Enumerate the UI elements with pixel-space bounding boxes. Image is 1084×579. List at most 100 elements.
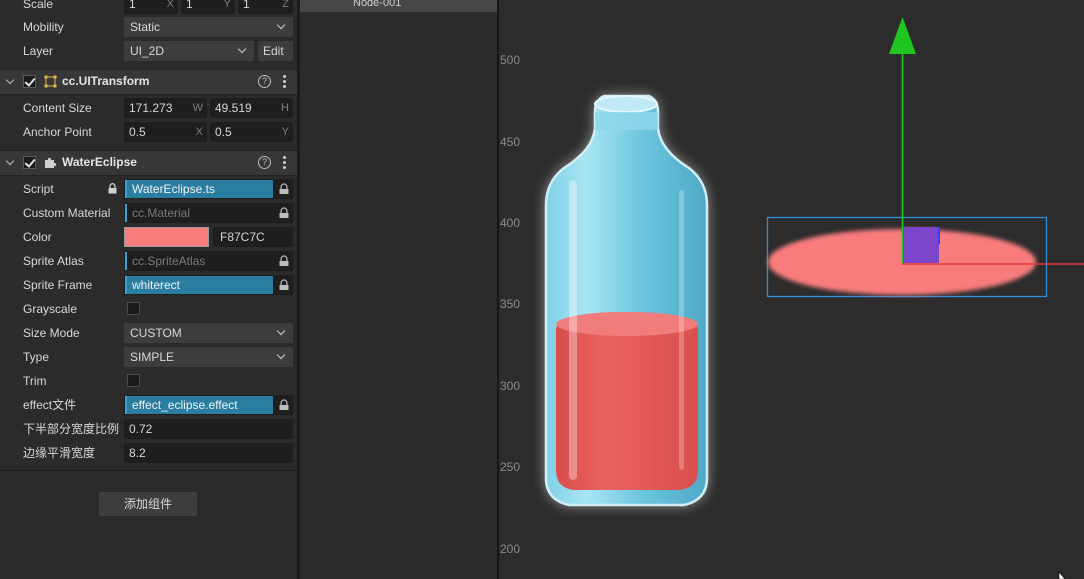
color-label: Color bbox=[23, 230, 52, 244]
help-icon[interactable]: ? bbox=[258, 156, 271, 169]
scale-z-input[interactable]: 1 Z bbox=[238, 0, 293, 14]
hierarchy-panel: Node-001 bbox=[300, 0, 497, 579]
size-mode-select[interactable]: CUSTOM bbox=[124, 323, 293, 343]
more-options-icon[interactable] bbox=[283, 156, 286, 169]
lower-half-ratio-row: 下半部分宽度比例 0.72 bbox=[0, 417, 297, 441]
move-gizmo[interactable] bbox=[889, 17, 1084, 265]
custom-material-asset-field[interactable]: cc.Material bbox=[124, 203, 293, 223]
sprite-atlas-asset-field[interactable]: cc.SpriteAtlas bbox=[124, 251, 293, 271]
chevron-down-icon bbox=[276, 20, 286, 30]
anchor-y-input[interactable]: 0.5 Y bbox=[210, 122, 293, 142]
script-label: Script bbox=[23, 182, 54, 196]
gizmo-plane-handle[interactable] bbox=[903, 227, 939, 263]
content-width-unit: W bbox=[192, 102, 203, 114]
color-hex-value: F87C7C bbox=[220, 230, 265, 244]
help-icon[interactable]: ? bbox=[258, 75, 271, 88]
edge-smooth-width-row: 边缘平滑宽度 8.2 bbox=[0, 441, 297, 465]
anchor-y-unit: Y bbox=[281, 126, 289, 138]
watereclipse-title: WaterEclipse bbox=[62, 155, 137, 169]
edge-smooth-width-value: 8.2 bbox=[129, 446, 146, 460]
size-mode-label: Size Mode bbox=[23, 326, 80, 340]
lower-half-ratio-label: 下半部分宽度比例 bbox=[23, 422, 120, 436]
layer-row: Layer UI_2D Edit bbox=[0, 39, 297, 63]
content-size-row: Content Size 171.273 W 49.519 H bbox=[0, 96, 297, 120]
asset-locate-icon[interactable] bbox=[278, 183, 290, 195]
layer-label: Layer bbox=[23, 44, 54, 58]
scale-y-value: 1 bbox=[186, 0, 193, 11]
script-row: Script WaterEclipse.ts bbox=[0, 177, 297, 201]
lower-half-ratio-value: 0.72 bbox=[129, 422, 153, 436]
scale-x-input[interactable]: 1 X bbox=[124, 0, 178, 14]
add-component-button[interactable]: 添加组件 bbox=[99, 492, 197, 516]
color-hex-input[interactable]: F87C7C bbox=[213, 227, 293, 247]
script-asset-field[interactable]: WaterEclipse.ts bbox=[124, 179, 293, 199]
layer-select[interactable]: UI_2D bbox=[124, 41, 254, 61]
scale-x-value: 1 bbox=[129, 0, 136, 11]
sprite-atlas-label: Sprite Atlas bbox=[23, 254, 84, 268]
anchor-y-value: 0.5 bbox=[215, 125, 232, 139]
anchor-point-row: Anchor Point 0.5 X 0.5 Y bbox=[0, 120, 297, 144]
scene-view[interactable]: 500 450 400 350 300 250 200 bbox=[499, 0, 1084, 579]
size-mode-row: Size Mode CUSTOM bbox=[0, 321, 297, 345]
grayscale-label: Grayscale bbox=[23, 302, 78, 316]
uitransform-enabled-checkbox[interactable] bbox=[23, 75, 36, 88]
size-mode-value: CUSTOM bbox=[130, 326, 182, 340]
asset-locate-icon[interactable] bbox=[278, 279, 290, 291]
collapse-arrow-icon[interactable] bbox=[5, 75, 15, 85]
asset-locate-icon[interactable] bbox=[278, 207, 290, 219]
type-select[interactable]: SIMPLE bbox=[124, 347, 293, 367]
content-width-input[interactable]: 171.273 W bbox=[124, 98, 207, 118]
scale-z-value: 1 bbox=[243, 0, 250, 11]
effect-file-label: effect文件 bbox=[23, 398, 77, 412]
scale-x-unit: X bbox=[166, 0, 174, 10]
gizmo-y-arrow-icon[interactable] bbox=[889, 17, 916, 54]
asset-locate-icon[interactable] bbox=[278, 255, 290, 267]
content-height-unit: H bbox=[281, 102, 289, 114]
grayscale-checkbox[interactable] bbox=[127, 302, 140, 315]
hierarchy-selected-node[interactable]: Node-001 bbox=[300, 0, 497, 12]
trim-label: Trim bbox=[23, 374, 47, 388]
content-height-value: 49.519 bbox=[215, 101, 252, 115]
anchor-x-input[interactable]: 0.5 X bbox=[124, 122, 207, 142]
sprite-frame-asset-field[interactable]: whiterect bbox=[124, 275, 293, 295]
scale-y-input[interactable]: 1 Y bbox=[181, 0, 235, 14]
grayscale-row: Grayscale bbox=[0, 297, 297, 321]
chevron-down-icon bbox=[276, 350, 286, 360]
layer-edit-label: Edit bbox=[263, 44, 284, 58]
scale-y-unit: Y bbox=[223, 0, 231, 10]
mobility-select[interactable]: Static bbox=[124, 17, 293, 37]
bottle-sprite[interactable] bbox=[544, 94, 709, 507]
watereclipse-enabled-checkbox[interactable] bbox=[23, 156, 36, 169]
lower-half-ratio-input[interactable]: 0.72 bbox=[124, 419, 293, 439]
color-swatch[interactable] bbox=[124, 227, 209, 247]
trim-checkbox[interactable] bbox=[127, 374, 140, 387]
mobility-label: Mobility bbox=[23, 20, 64, 34]
scale-z-unit: Z bbox=[282, 0, 289, 10]
type-value: SIMPLE bbox=[130, 350, 175, 364]
custom-material-label: Custom Material bbox=[23, 206, 111, 220]
anchor-x-value: 0.5 bbox=[129, 125, 146, 139]
script-asset-value: WaterEclipse.ts bbox=[125, 180, 273, 198]
inspector-panel: Scale 1 X 1 Y 1 Z Mobility Static Layer … bbox=[0, 0, 297, 579]
mobility-row: Mobility Static bbox=[0, 15, 297, 39]
scale-label: Scale bbox=[23, 0, 54, 11]
edge-smooth-width-input[interactable]: 8.2 bbox=[124, 443, 293, 463]
more-options-icon[interactable] bbox=[283, 75, 286, 88]
content-height-input[interactable]: 49.519 H bbox=[210, 98, 293, 118]
anchor-point-label: Anchor Point bbox=[23, 125, 92, 139]
collapse-arrow-icon[interactable] bbox=[5, 156, 15, 166]
sprite-atlas-placeholder: cc.SpriteAtlas bbox=[125, 252, 273, 270]
asset-locate-icon[interactable] bbox=[278, 399, 290, 411]
sprite-frame-label: Sprite Frame bbox=[23, 278, 93, 292]
mouse-cursor-icon bbox=[1058, 571, 1066, 579]
effect-file-asset-field[interactable]: effect_eclipse.effect bbox=[124, 395, 293, 415]
mobility-value: Static bbox=[130, 20, 161, 34]
sprite-atlas-row: Sprite Atlas cc.SpriteAtlas bbox=[0, 249, 297, 273]
content-width-value: 171.273 bbox=[129, 101, 173, 115]
uitransform-header[interactable]: cc.UITransform ? bbox=[0, 69, 297, 95]
edge-smooth-width-label: 边缘平滑宽度 bbox=[23, 446, 96, 460]
watereclipse-header[interactable]: WaterEclipse ? bbox=[0, 150, 297, 176]
layer-edit-button[interactable]: Edit bbox=[258, 41, 293, 61]
effect-file-value: effect_eclipse.effect bbox=[125, 396, 273, 414]
scale-row: Scale 1 X 1 Y 1 Z bbox=[0, 0, 297, 16]
